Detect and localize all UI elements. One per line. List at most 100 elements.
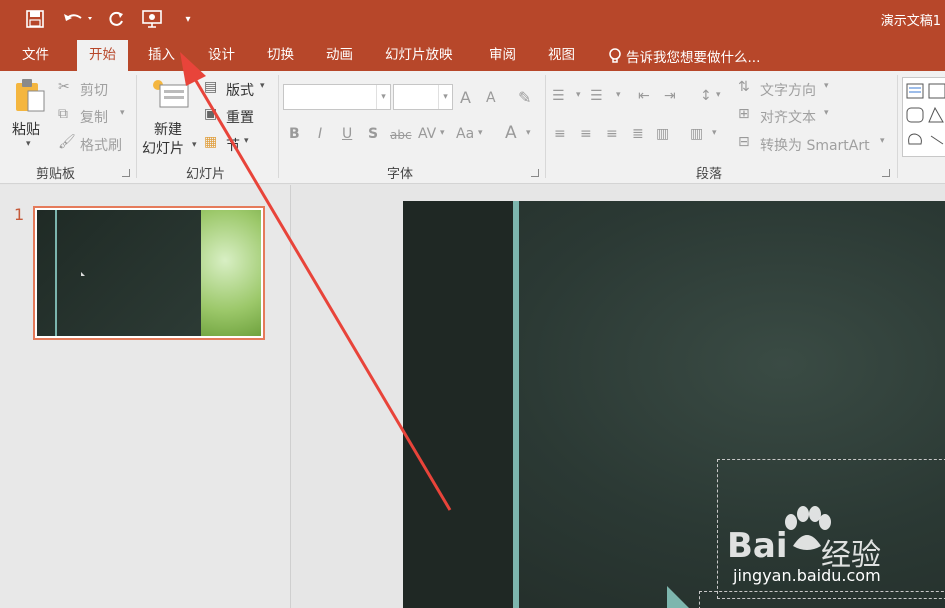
clipboard-group-label: 剪贴板 bbox=[36, 167, 76, 182]
scissors-icon: ✂ bbox=[58, 79, 70, 95]
line-spacing-icon[interactable]: ↕ bbox=[700, 88, 712, 104]
numbering-icon[interactable]: ☰ bbox=[590, 88, 603, 104]
align-right-icon[interactable]: ≡ bbox=[606, 126, 618, 142]
font-group-label: 字体 bbox=[387, 167, 414, 182]
italic-button[interactable]: I bbox=[318, 126, 322, 142]
text-shadow-button[interactable]: S bbox=[368, 126, 378, 142]
thumbnail-stripe bbox=[55, 210, 57, 336]
font-size-dropdown-icon[interactable]: ▾ bbox=[438, 85, 452, 109]
section-dropdown-icon: ▾ bbox=[244, 136, 249, 146]
format-painter-label: 格式刷 bbox=[80, 138, 122, 154]
change-case-button[interactable]: Aa bbox=[456, 126, 474, 142]
shapes-gallery-icons bbox=[906, 83, 945, 145]
character-spacing-button[interactable]: AV bbox=[418, 126, 436, 142]
columns-icon[interactable]: ▥ bbox=[690, 126, 703, 142]
group-separator bbox=[545, 75, 546, 178]
underline-button[interactable]: U bbox=[342, 126, 352, 142]
section-button[interactable]: ▦ 节 ▾ bbox=[204, 134, 264, 156]
align-left-icon[interactable]: ≡ bbox=[554, 126, 566, 142]
slide-number: 1 bbox=[14, 205, 25, 224]
ribbon-home: 粘贴 ▾ ✂ 剪切 ⧉ 复制 ▾ 🖌 格式刷 剪贴板 新建 幻灯片 ▾ ▤ 版式 bbox=[0, 71, 945, 184]
paste-label: 粘贴 bbox=[12, 122, 40, 138]
shrink-font-button[interactable]: A bbox=[486, 90, 496, 106]
tab-design[interactable]: 设计 bbox=[208, 40, 235, 71]
ribbon-tabs: 文件 开始 插入 设计 切换 动画 幻灯片放映 审阅 视图 告诉我您想要做什么.… bbox=[0, 40, 945, 71]
copy-label: 复制 bbox=[80, 110, 108, 126]
format-painter-button[interactable]: 🖌 格式刷 bbox=[58, 134, 130, 156]
thumbnail-green-photo bbox=[201, 210, 261, 336]
grow-font-button[interactable]: A bbox=[460, 88, 471, 107]
paste-button[interactable]: 粘贴 ▾ bbox=[10, 77, 50, 157]
save-icon[interactable] bbox=[24, 8, 46, 30]
decrease-indent-icon[interactable]: ⇤ bbox=[638, 88, 650, 104]
clipboard-launcher-icon[interactable] bbox=[122, 169, 130, 177]
reset-label: 重置 bbox=[226, 110, 254, 126]
cut-button[interactable]: ✂ 剪切 bbox=[58, 79, 128, 101]
align-text-button[interactable]: ⊞ 对齐文本 ▾ bbox=[738, 106, 838, 128]
new-slide-button[interactable]: 新建 幻灯片 ▾ bbox=[142, 77, 200, 157]
redo-icon[interactable] bbox=[104, 8, 128, 30]
font-size-combo[interactable]: ▾ bbox=[393, 84, 453, 110]
text-direction-dropdown-icon: ▾ bbox=[824, 81, 829, 91]
undo-icon[interactable] bbox=[60, 8, 96, 30]
shapes-gallery[interactable] bbox=[902, 77, 945, 157]
tab-home[interactable]: 开始 bbox=[77, 40, 128, 71]
font-name-dropdown-icon[interactable]: ▾ bbox=[376, 85, 390, 109]
justify-icon[interactable]: ≣ bbox=[632, 126, 644, 142]
new-slide-label-1: 新建 bbox=[154, 122, 182, 138]
reset-button[interactable]: ▣ 重置 bbox=[204, 106, 274, 128]
line-spacing-dropdown-icon: ▾ bbox=[716, 90, 721, 100]
slide-thumbnail[interactable] bbox=[33, 206, 265, 340]
tab-transitions[interactable]: 切换 bbox=[267, 40, 294, 71]
slides-group-label: 幻灯片 bbox=[186, 167, 226, 182]
present-from-start-icon[interactable] bbox=[140, 8, 166, 30]
layout-button[interactable]: ▤ 版式 ▾ bbox=[204, 79, 274, 101]
baidu-watermark: Bai 经验 jingyan.baidu.com bbox=[727, 506, 927, 596]
slide-accent-stripe bbox=[513, 201, 519, 608]
align-text-label: 对齐文本 bbox=[760, 110, 816, 126]
tab-animations[interactable]: 动画 bbox=[326, 40, 353, 71]
layout-label: 版式 bbox=[226, 83, 254, 99]
paragraph-group-label: 段落 bbox=[696, 167, 723, 182]
paste-icon bbox=[16, 79, 45, 112]
copy-dropdown-icon: ▾ bbox=[120, 108, 125, 118]
clear-formatting-icon[interactable]: ✎ bbox=[518, 88, 531, 107]
tab-insert[interactable]: 插入 bbox=[148, 40, 175, 71]
font-color-button[interactable]: A bbox=[505, 123, 517, 143]
font-launcher-icon[interactable] bbox=[531, 169, 539, 177]
text-direction-label: 文字方向 bbox=[760, 83, 816, 99]
tab-view[interactable]: 视图 bbox=[548, 40, 575, 71]
tab-review[interactable]: 审阅 bbox=[489, 40, 516, 71]
increase-indent-icon[interactable]: ⇥ bbox=[664, 88, 676, 104]
section-label: 节 bbox=[226, 138, 240, 154]
strikethrough-button[interactable]: abc bbox=[390, 128, 412, 142]
lightbulb-icon bbox=[609, 47, 621, 63]
group-separator bbox=[278, 75, 279, 178]
align-text-icon: ⊞ bbox=[738, 106, 750, 122]
title-bar: ▾ 演示文稿1 bbox=[0, 0, 945, 40]
bullets-icon[interactable]: ☰ bbox=[552, 88, 565, 104]
layout-dropdown-icon: ▾ bbox=[260, 81, 265, 91]
font-color-dropdown-icon: ▾ bbox=[526, 128, 531, 138]
document-title: 演示文稿1 bbox=[880, 14, 941, 29]
copy-button[interactable]: ⧉ 复制 ▾ bbox=[58, 106, 138, 128]
convert-smartart-button[interactable]: ⊟ 转换为 SmartArt ▾ bbox=[738, 134, 894, 156]
watermark-brand: Bai bbox=[727, 526, 788, 566]
new-slide-label-2: 幻灯片 bbox=[142, 141, 184, 157]
tell-me-box[interactable]: 告诉我您想要做什么... bbox=[608, 40, 760, 71]
new-slide-dropdown-icon: ▾ bbox=[192, 140, 197, 150]
customize-qat-icon[interactable]: ▾ bbox=[180, 8, 196, 30]
smartart-dropdown-icon: ▾ bbox=[880, 136, 885, 146]
numbering-dropdown-icon: ▾ bbox=[616, 90, 621, 100]
text-direction-button[interactable]: ⇅ 文字方向 ▾ bbox=[738, 79, 838, 101]
columns-dropdown-icon: ▾ bbox=[712, 128, 717, 138]
distributed-icon[interactable]: ▥ bbox=[656, 126, 669, 142]
font-name-combo[interactable]: ▾ bbox=[283, 84, 391, 110]
paragraph-launcher-icon[interactable] bbox=[882, 169, 890, 177]
watermark-url: jingyan.baidu.com bbox=[733, 566, 881, 585]
bold-button[interactable]: B bbox=[289, 126, 300, 142]
tab-file[interactable]: 文件 bbox=[22, 40, 49, 71]
tab-slideshow[interactable]: 幻灯片放映 bbox=[385, 40, 453, 71]
align-center-icon[interactable]: ≡ bbox=[580, 126, 592, 142]
slide-corner-triangle bbox=[667, 586, 691, 608]
